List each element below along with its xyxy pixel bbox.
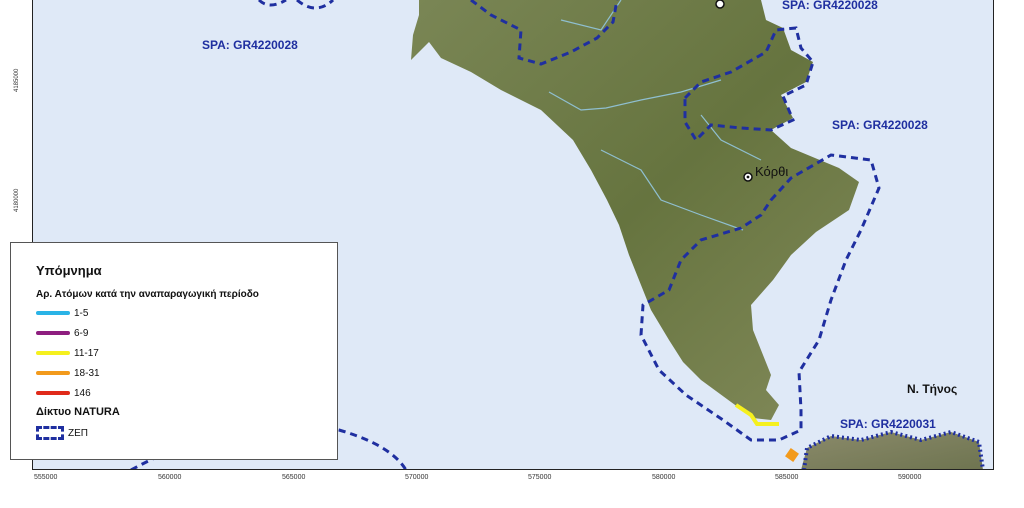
legend-row-label: 6-9 — [74, 327, 89, 339]
x-tick: 575000 — [528, 474, 552, 481]
x-tick: 570000 — [405, 474, 429, 481]
spa-label: SPA: GR4220031 — [840, 417, 936, 431]
spa-label: SPA: GR4220028 — [202, 38, 298, 52]
legend-row-label: 146 — [74, 387, 91, 399]
legend-swatch — [36, 311, 70, 315]
legend-row-label: 18-31 — [74, 367, 100, 379]
x-tick: 585000 — [775, 474, 799, 481]
legend-subtitle: Αρ. Ατόμων κατά την αναπαραγωγική περίοδ… — [36, 289, 259, 300]
x-tick: 565000 — [282, 474, 306, 481]
legend-row-label: ΖΕΠ — [68, 427, 88, 439]
legend-swatch — [36, 331, 70, 335]
town-symbol — [715, 0, 725, 9]
y-tick: 4180000 — [14, 188, 20, 212]
y-tick: 4185000 — [14, 68, 20, 92]
legend-swatch — [36, 371, 70, 375]
legend-swatch — [36, 351, 70, 355]
town-label: Κόρθι — [755, 164, 789, 179]
legend-title: Υπόμνημα — [36, 263, 102, 278]
legend-row: 1-5 — [36, 306, 88, 320]
legend: Υπόμνημα Αρ. Ατόμων κατά την αναπαραγωγι… — [10, 242, 338, 460]
x-tick: 560000 — [158, 474, 182, 481]
legend-natura-title: Δίκτυο NATURA — [36, 406, 120, 418]
x-tick: 590000 — [898, 474, 922, 481]
legend-row-label: 1-5 — [74, 307, 89, 319]
spa-label: SPA: GR4220028 — [832, 118, 928, 132]
observation-segment-18-31 — [785, 448, 799, 462]
legend-swatch-zep — [36, 426, 64, 440]
spa-boundary — [257, 0, 335, 10]
legend-row-label: 11-17 — [74, 347, 99, 359]
legend-row: 6-9 — [36, 326, 88, 340]
x-tick: 580000 — [652, 474, 676, 481]
legend-row: ΖΕΠ — [36, 426, 88, 440]
legend-row: 146 — [36, 386, 91, 400]
legend-row: 11-17 — [36, 346, 99, 360]
andros-island — [411, 0, 859, 420]
island-label: Ν. Τήνος — [907, 382, 958, 396]
legend-row: 18-31 — [36, 366, 100, 380]
legend-swatch — [36, 391, 70, 395]
x-tick: 555000 — [34, 474, 58, 481]
spa-label: SPA: GR4220028 — [782, 0, 878, 12]
